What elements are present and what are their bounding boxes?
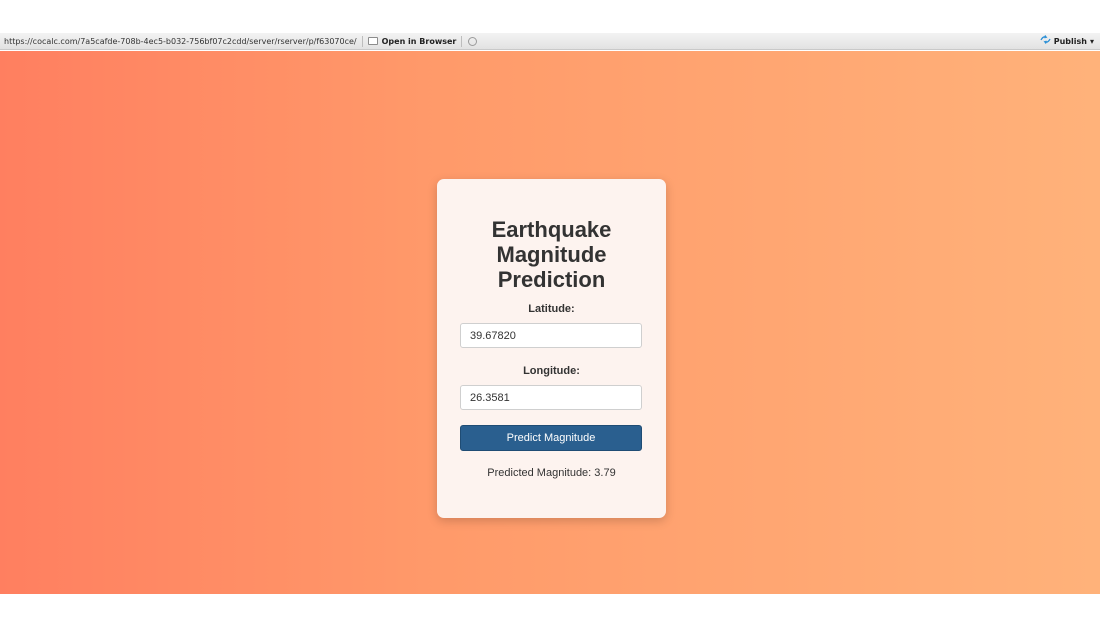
title-line: Prediction — [497, 267, 606, 292]
open-in-browser-label: Open in Browser — [381, 36, 457, 46]
top-blank-area — [0, 0, 1100, 33]
page-title: Earthquake Magnitude Prediction — [460, 217, 643, 292]
predict-magnitude-button[interactable]: Predict Magnitude — [460, 425, 642, 451]
window-icon — [367, 37, 378, 45]
chevron-down-icon: ▾ — [1089, 36, 1094, 46]
prediction-card: Earthquake Magnitude Prediction Latitude… — [437, 179, 666, 518]
title-line: Earthquake — [491, 217, 612, 242]
longitude-label: Longitude: — [523, 365, 580, 377]
publish-label: Publish — [1053, 36, 1087, 46]
bottom-blank-area — [0, 594, 1100, 627]
publish-button[interactable]: Publish ▾ — [1040, 35, 1094, 47]
latitude-label: Latitude: — [528, 303, 575, 315]
open-in-browser-button[interactable]: Open in Browser — [367, 36, 457, 46]
latitude-input[interactable] — [460, 323, 642, 348]
url-text[interactable]: https://cocalc.com/7a5cafde-708b-4ec5-b0… — [0, 37, 357, 46]
refresh-icon[interactable] — [468, 36, 478, 46]
app-background: Earthquake Magnitude Prediction Latitude… — [0, 51, 1100, 594]
title-line: Magnitude — [496, 242, 607, 267]
toolbar-separator — [361, 35, 363, 47]
publish-icon — [1040, 35, 1051, 47]
toolbar-separator — [461, 35, 463, 47]
longitude-input[interactable] — [460, 385, 642, 410]
predicted-magnitude-output: Predicted Magnitude: 3.79 — [487, 467, 616, 479]
rstudio-viewer-toolbar: https://cocalc.com/7a5cafde-708b-4ec5-b0… — [0, 33, 1100, 50]
